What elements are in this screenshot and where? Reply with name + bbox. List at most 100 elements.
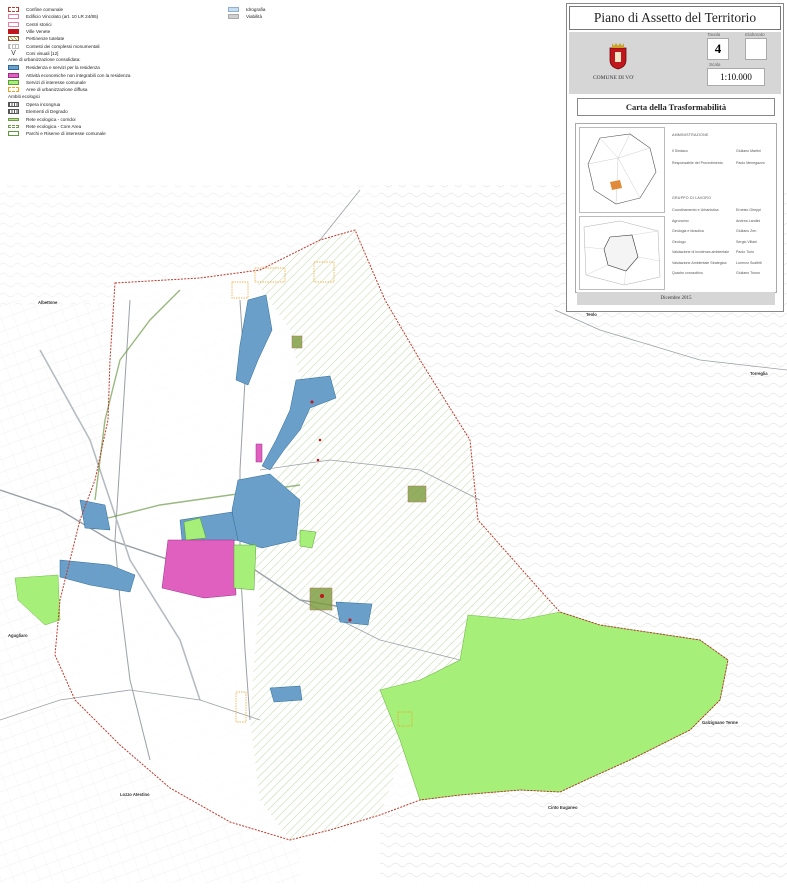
credit-name: Sergio Villani — [736, 239, 757, 244]
legend-protected-grounds: Pertinenze tutelate — [8, 35, 64, 42]
credit-role: Coordinamento e Urbanistica — [672, 208, 719, 212]
map-scale: 1:10.000 — [707, 68, 765, 86]
legend-economic-label: Attività economiche non integrabili con … — [26, 72, 131, 78]
legend-eco-core-area: Rete ecologica - Core Area — [8, 123, 81, 130]
legend-hydrography: Idrografia — [228, 6, 265, 13]
credit-name: Giuliano Zen — [736, 229, 757, 233]
legend-degradation-label: Elementi di Degrado — [26, 109, 68, 115]
legend-hydrography-label: Idrografia — [246, 7, 266, 12]
credit-name: Paolo Menegazzo — [736, 161, 765, 165]
title-block-header: COMUNE DI VO' Tavola 4 Elaborato Scala 1… — [569, 32, 781, 94]
place-galzignano: Galzignano Terme — [702, 720, 738, 725]
credit-role: Agronomo — [672, 218, 689, 223]
legend-diffuse-urbanisation-label: Aree di urbanizzazione diffusa — [26, 87, 88, 93]
legend-monumental-contexts-label: Contesti dei complessi monumentali — [26, 43, 100, 49]
credit-name: Paolo Turin — [736, 250, 755, 254]
legend-eco-corridors: Rete ecologica - corridoi — [8, 116, 76, 123]
legend-protected-grounds-swatch — [8, 36, 19, 42]
legend-ville-venete: Ville Venete — [8, 28, 50, 35]
legend-municipal-boundary-label: Confine comunale — [26, 7, 64, 12]
plan-title: Piano di Assetto del Territorio — [569, 6, 781, 30]
legend-incongruous-work-label: Opera incongrua — [26, 101, 61, 107]
legend-municipal-services: Servizi di interesse comunale — [8, 79, 86, 86]
credit-name: Lorenzo Scaltriti — [736, 260, 762, 265]
legend-ville-venete-swatch — [8, 28, 19, 34]
legend-diffuse-urbanisation: Aree di urbanizzazione diffusa — [8, 86, 87, 93]
legend-protected-grounds-label: Pertinenze tutelate — [26, 36, 65, 42]
credit-name: Ernesto Gheppi — [736, 208, 761, 212]
elaborato-box — [745, 38, 767, 60]
title-block: Piano di Assetto del Territorio COMUNE D… — [566, 3, 784, 312]
place-cinto: Cinto Euganeo — [548, 805, 578, 810]
legend-residential-swatch — [8, 65, 19, 71]
credit-role: Geologo — [672, 239, 686, 244]
legend-parks-swatch — [8, 131, 19, 137]
legend-incongruous-work-swatch — [8, 101, 19, 107]
credit-name: Andrea Landini — [736, 218, 761, 223]
legend-ville-venete-label: Ville Venete — [26, 28, 51, 34]
legend-roads-swatch — [228, 14, 239, 20]
legend-listed-building-label: Edificio Vincolato (art. 10 LR 24/85) — [26, 14, 99, 20]
legend-consolidated-heading: Aree di urbanizzazione consolidata: — [8, 57, 81, 64]
legend-degradation-swatch — [8, 109, 19, 115]
credit-role: Geologia e idraulica — [672, 229, 704, 233]
credit-role: Valutazione di incidenza ambientale — [672, 250, 730, 254]
legend-municipal-boundary-swatch — [8, 7, 19, 12]
plan-date: Dicembre 2015 — [577, 292, 775, 305]
legend-consolidated-heading-label: Aree di urbanizzazione consolidata: — [8, 57, 81, 63]
legend-parks-label: Parchi e Riserve di interesse comunale — [26, 131, 106, 137]
legend-roads-label: Viabilità — [246, 14, 263, 20]
tavola-label: Tavola — [707, 32, 721, 37]
legend-ecological-heading: Ambiti ecologici — [8, 94, 40, 101]
legend-historic-centres-label: Centri storici — [26, 21, 52, 27]
legend-hydrography-swatch — [228, 7, 239, 12]
legend-eco-corridors-label: Rete ecologica - corridoi — [26, 116, 76, 122]
comune-name: COMUNE DI VO' — [593, 75, 635, 81]
place-lozzo: Lozzo Atestino — [120, 792, 150, 797]
legend-listed-building: Edificio Vincolato (art. 10 LR 24/85) — [8, 13, 98, 20]
legend-ecological-heading-label: Ambiti ecologici — [8, 93, 40, 99]
locator-map-neighbours — [579, 216, 665, 290]
legend-economic-swatch — [8, 72, 19, 78]
legend-municipal-boundary: Confine comunale — [8, 6, 63, 13]
map-legend: Confine comunale Edificio Vincolato (art.… — [0, 0, 565, 185]
legend-eco-core-area-label: Rete ecologica - Core Area — [26, 123, 82, 129]
credit-name: Giuliano Martini — [736, 149, 761, 153]
place-teolo: Teolo — [586, 312, 597, 317]
elaborato-label: Elaborato — [745, 32, 765, 37]
credits-panel: AMMINISTRAZIONE Il Sindaco Giuliano Marti… — [575, 123, 777, 293]
credit-role: Quadro conoscitivo — [672, 271, 703, 275]
place-agugliaro: Agugliaro — [8, 633, 28, 638]
legend-residential: Residenza e servizi per la residenza — [8, 64, 100, 71]
team-heading: GRUPPO DI LAVORO — [672, 196, 712, 200]
admin-heading: AMMINISTRAZIONE — [672, 133, 709, 137]
credit-role: Responsabile del Procedimento — [672, 161, 723, 165]
legend-diffuse-urbanisation-swatch — [8, 87, 19, 93]
credit-role: Il Sindaco — [672, 149, 688, 153]
legend-degradation: Elementi di Degrado — [8, 108, 68, 115]
place-albettone: Albettone — [38, 300, 58, 305]
legend-view-cones-label: Coni visuali [12] — [26, 50, 59, 56]
locator-map-province — [579, 127, 665, 213]
legend-eco-core-area-swatch — [8, 124, 19, 128]
legend-roads: Viabilità — [228, 13, 262, 20]
legend-monumental-contexts: Contesti dei complessi monumentali — [8, 43, 100, 50]
credit-name: Giuliano Tonon — [736, 271, 760, 275]
credit-role: Valutazione Ambientale Strategica — [672, 260, 727, 265]
legend-municipal-services-label: Servizi di interesse comunale — [26, 80, 86, 85]
legend-historic-centres-swatch — [8, 21, 19, 27]
legend-eco-corridors-swatch — [8, 117, 19, 121]
legend-parks: Parchi e Riserve di interesse comunale — [8, 130, 106, 137]
legend-view-cones: V Coni visuali [12] — [8, 50, 58, 57]
scale-label: Scala — [709, 62, 721, 67]
municipal-crest-icon — [609, 43, 627, 70]
legend-listed-building-swatch — [8, 14, 19, 20]
legend-economic: Attività economiche non integrabili con … — [8, 72, 130, 79]
map-subtitle: Carta della Trasformabilità — [577, 98, 775, 116]
legend-historic-centres: Centri storici — [8, 21, 52, 28]
place-torreglia: Torreglia — [750, 371, 768, 376]
legend-monumental-contexts-swatch — [8, 43, 19, 49]
tavola-number: 4 — [707, 38, 729, 60]
legend-municipal-services-swatch — [8, 80, 19, 85]
legend-incongruous-work: Opera incongrua — [8, 101, 60, 108]
